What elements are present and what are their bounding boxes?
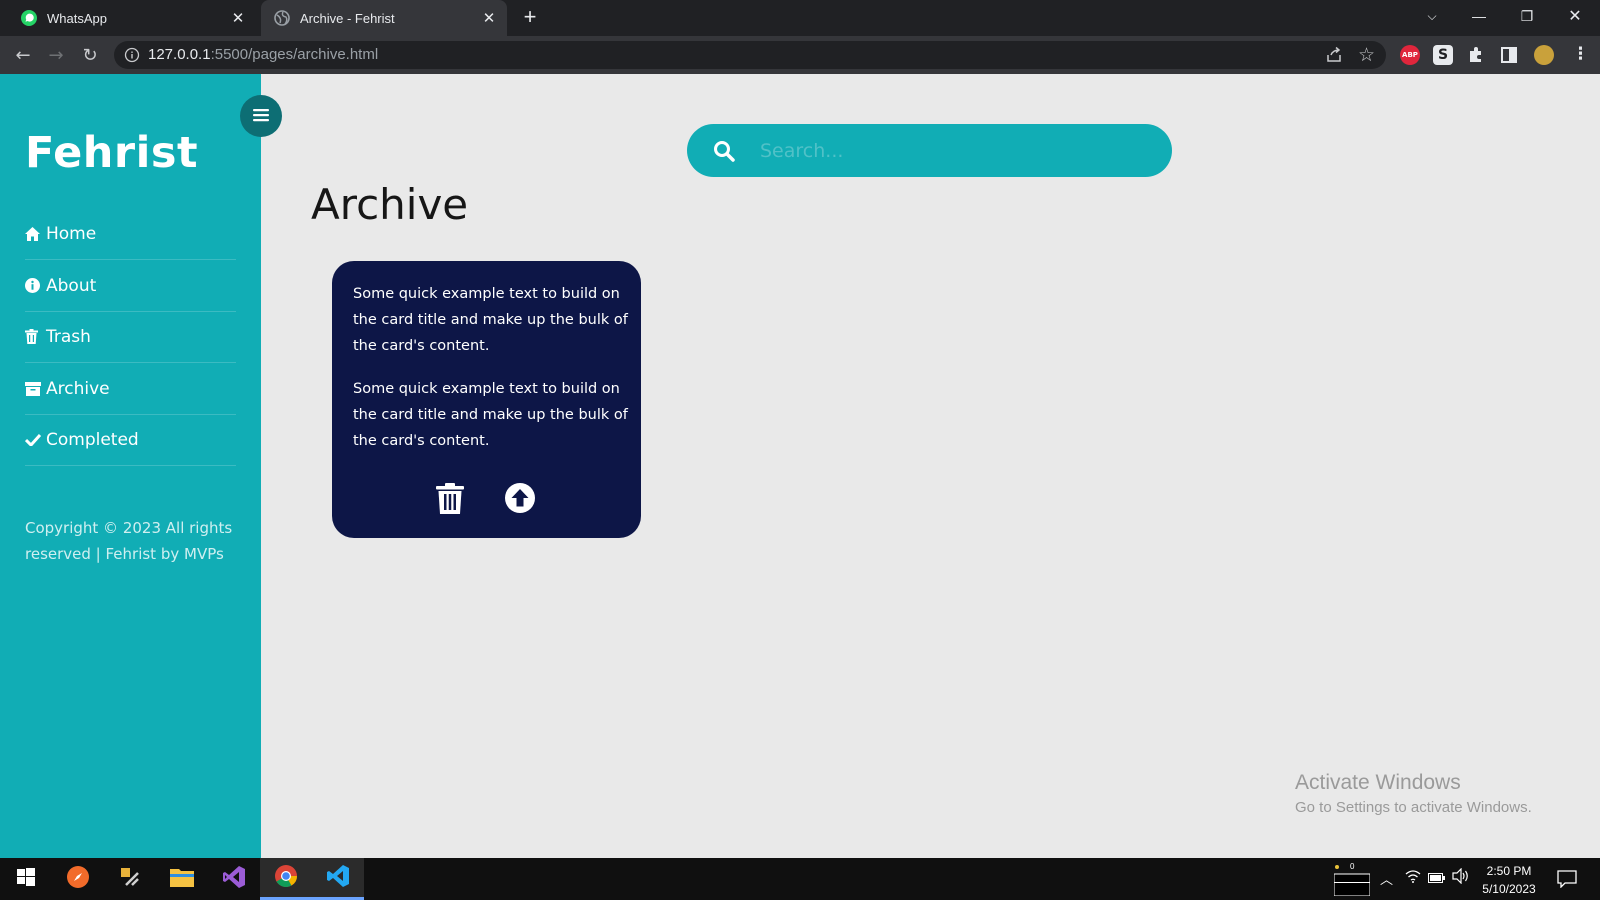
tab-search-icon[interactable]: ⌵ — [1409, 0, 1455, 32]
new-tab-button[interactable]: + — [518, 6, 542, 30]
folder-icon — [170, 867, 194, 891]
sidebar — [0, 74, 261, 858]
taskbar-vscode[interactable] — [312, 858, 364, 900]
sidebar-item-label: Trash — [46, 326, 91, 347]
start-button[interactable] — [0, 858, 52, 900]
sidebar-item-label: Completed — [46, 429, 139, 450]
minimize-button[interactable]: — — [1456, 0, 1502, 32]
brand-logo[interactable]: Fehrist — [25, 128, 198, 178]
site-info-icon[interactable] — [124, 47, 140, 63]
visual-studio-icon — [222, 865, 246, 893]
tray-badge: 0 — [1350, 862, 1355, 871]
taskbar-clock[interactable]: 2:50 PM 5/10/2023 — [1470, 862, 1548, 898]
side-panel-icon[interactable] — [1500, 46, 1518, 64]
search-icon[interactable] — [712, 139, 736, 163]
sidebar-item-label: Archive — [46, 378, 110, 399]
compass-app-icon — [66, 865, 90, 893]
s-extension-icon[interactable]: S — [1433, 45, 1453, 65]
sidebar-item-about[interactable]: About — [25, 260, 236, 312]
show-hidden-icons-icon[interactable]: ︿ — [1380, 869, 1393, 888]
info-icon — [25, 278, 43, 293]
hamburger-icon — [253, 107, 269, 126]
watermark-title: Activate Windows — [1295, 771, 1461, 794]
browser-menu-icon[interactable]: ⋮ — [1572, 44, 1589, 64]
trash-icon — [25, 329, 43, 344]
close-window-button[interactable]: ✕ — [1552, 0, 1598, 32]
url-host: 127.0.0.1 — [148, 46, 211, 63]
arrow-up-circle-icon — [505, 483, 535, 517]
tab-title: Archive - Fehrist — [300, 10, 395, 26]
windows-activation-watermark: Activate Windows Go to Settings to activ… — [1295, 771, 1532, 816]
sidebar-item-label: About — [46, 275, 97, 296]
close-tab-icon[interactable]: ✕ — [228, 9, 248, 27]
sidebar-item-archive[interactable]: Archive — [25, 363, 236, 415]
card-text: Some quick example text to build on the … — [353, 286, 628, 354]
bookmark-star-icon[interactable]: ☆ — [1358, 44, 1375, 66]
sidebar-item-home[interactable]: Home — [25, 208, 236, 260]
tab-archive[interactable]: Archive - Fehrist ✕ — [261, 0, 507, 36]
reload-icon[interactable]: ↻ — [78, 44, 102, 68]
taskbar-file-explorer[interactable] — [156, 858, 208, 900]
vscode-icon — [326, 864, 350, 892]
taskbar-app-2[interactable] — [104, 858, 156, 900]
tab-whatsapp[interactable]: WhatsApp ✕ — [8, 0, 256, 36]
taskbar-chrome[interactable] — [260, 858, 312, 900]
url-text[interactable]: 127.0.0.1:5500/pages/archive.html — [148, 46, 378, 63]
sidebar-item-completed[interactable]: Completed — [25, 414, 236, 466]
taskbar-app-1[interactable] — [52, 858, 104, 900]
sidebar-toggle-button[interactable] — [240, 95, 282, 137]
forward-icon[interactable]: → — [44, 44, 68, 68]
adblock-extension-icon[interactable]: ABP — [1400, 45, 1420, 65]
chrome-icon — [274, 864, 298, 892]
sidebar-item-label: Home — [46, 223, 97, 244]
volume-icon[interactable] — [1452, 867, 1470, 888]
wifi-icon[interactable] — [1405, 869, 1421, 887]
tab-title: WhatsApp — [47, 10, 107, 26]
extensions-puzzle-icon[interactable] — [1466, 45, 1486, 65]
battery-icon[interactable] — [1428, 872, 1445, 887]
back-icon[interactable]: ← — [11, 44, 35, 68]
clock-time: 2:50 PM — [1486, 864, 1532, 878]
restore-button[interactable]: ❐ — [1504, 0, 1550, 32]
unarchive-note-button[interactable] — [505, 483, 537, 515]
taskbar-visual-studio[interactable] — [208, 858, 260, 900]
home-icon — [25, 226, 43, 241]
sidebar-item-trash[interactable]: Trash — [25, 311, 236, 363]
page-title: Archive — [311, 180, 469, 229]
whatsapp-icon — [20, 9, 38, 27]
url-path: :5500/pages/archive.html — [210, 46, 379, 63]
watermark-subtitle: Go to Settings to activate Windows. — [1295, 799, 1532, 816]
globe-icon — [273, 9, 291, 27]
copyright-text: Copyright © 2023 All rights reserved | F… — [25, 519, 233, 563]
profile-avatar[interactable] — [1534, 45, 1554, 65]
close-tab-icon[interactable]: ✕ — [479, 9, 499, 27]
notification-center-icon[interactable] — [1557, 870, 1577, 889]
delete-note-button[interactable] — [436, 483, 466, 515]
card-text: Some quick example text to build on the … — [353, 381, 628, 449]
archive-icon — [25, 381, 43, 396]
trash-icon — [436, 483, 464, 518]
windows-icon — [17, 868, 35, 890]
check-icon — [25, 433, 43, 446]
search-input[interactable] — [758, 135, 1152, 167]
clock-date: 5/10/2023 — [1482, 882, 1536, 896]
tools-app-icon — [118, 865, 142, 893]
share-icon[interactable] — [1325, 46, 1343, 64]
